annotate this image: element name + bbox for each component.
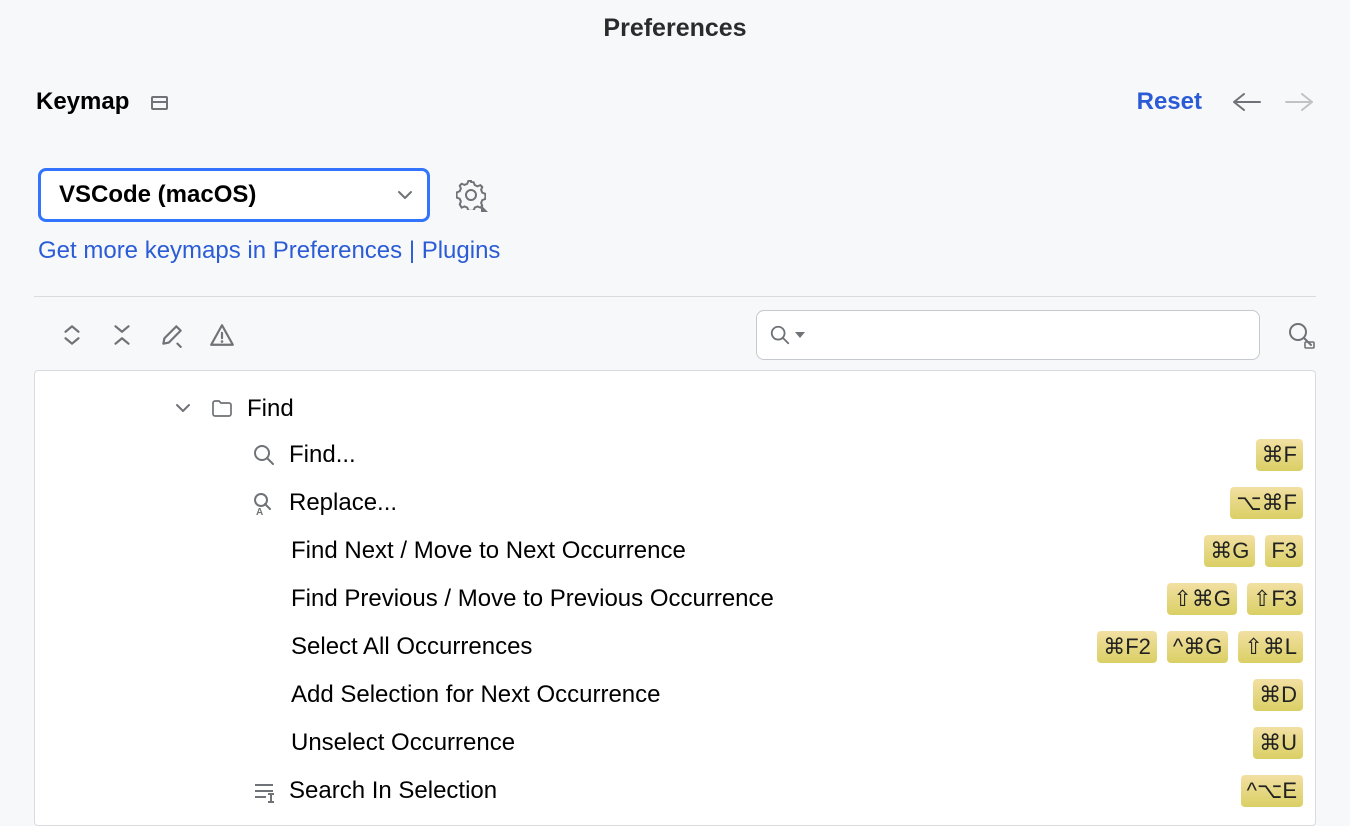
- tree-item-label: Unselect Occurrence: [291, 729, 515, 757]
- tree-item-replace[interactable]: A Replace... ⌥⌘F: [35, 479, 1315, 527]
- window-title: Preferences: [0, 14, 1350, 43]
- edit-shortcut-button[interactable]: [158, 321, 186, 349]
- shortcut-badge: ⌘G: [1204, 535, 1255, 567]
- keymap-dropdown-value: VSCode (macOS): [59, 181, 256, 209]
- section-title: Keymap: [36, 88, 129, 116]
- shortcut-badge: ^⌘G: [1167, 631, 1228, 663]
- tree-item-search-in-selection[interactable]: Search In Selection ^⌥E: [35, 767, 1315, 815]
- expand-all-button[interactable]: [58, 321, 86, 349]
- chevron-down-icon: [175, 400, 191, 418]
- folder-icon: [209, 396, 235, 422]
- tree-group-find[interactable]: Find: [35, 371, 1315, 431]
- shortcut-list: ⌘F: [1256, 439, 1303, 471]
- tree-item-label: Find Previous / Move to Previous Occurre…: [291, 585, 774, 613]
- tree-item-label: Find Next / Move to Next Occurrence: [291, 537, 686, 565]
- keymap-dropdown[interactable]: VSCode (macOS): [38, 168, 430, 222]
- search-icon: [251, 442, 277, 468]
- search-icon: [769, 324, 791, 346]
- svg-text:A: A: [256, 507, 263, 515]
- tree-item-find-previous[interactable]: Find Previous / Move to Previous Occurre…: [35, 575, 1315, 623]
- shortcut-badge: ⇧⌘L: [1238, 631, 1303, 663]
- tree-item-unselect-occurrence[interactable]: Unselect Occurrence ⌘U: [35, 719, 1315, 767]
- shortcut-badge: F3: [1265, 535, 1303, 567]
- shortcut-badge: ⌘U: [1253, 727, 1303, 759]
- shortcut-badge: ⇧F3: [1247, 583, 1303, 615]
- tree-item-add-selection-next[interactable]: Add Selection for Next Occurrence ⌘D: [35, 671, 1315, 719]
- shortcut-list: ⌘U: [1253, 727, 1303, 759]
- reset-button[interactable]: Reset: [1137, 88, 1202, 116]
- shortcut-list: ⌘F2 ^⌘G ⇧⌘L: [1097, 631, 1303, 663]
- shortcut-list: ⌘G F3: [1204, 535, 1303, 567]
- tree-item-find[interactable]: Find... ⌘F: [35, 431, 1315, 479]
- tree-item-label: Select All Occurrences: [291, 633, 532, 661]
- tree-group-label: Find: [247, 395, 294, 423]
- shortcut-list: ⌥⌘F: [1230, 487, 1303, 519]
- gear-icon[interactable]: [456, 180, 486, 210]
- tree-item-label: Find...: [289, 441, 356, 469]
- back-arrow-icon[interactable]: [1232, 92, 1262, 112]
- search-input[interactable]: [805, 323, 1247, 348]
- tree-item-find-next[interactable]: Find Next / Move to Next Occurrence ⌘G F…: [35, 527, 1315, 575]
- find-by-shortcut-button[interactable]: [1286, 320, 1316, 350]
- shortcut-badge: ⌘F: [1256, 439, 1303, 471]
- tree-item-label: Replace...: [289, 489, 397, 517]
- keymap-tree: Find Find... ⌘F A Replace... ⌥⌘F Find Ne: [34, 370, 1316, 826]
- search-options-dropdown-icon[interactable]: [795, 332, 805, 338]
- shortcut-badge: ⌘F2: [1097, 631, 1157, 663]
- more-keymaps-link[interactable]: Get more keymaps in Preferences | Plugin…: [38, 237, 500, 265]
- search-input-container[interactable]: [756, 310, 1260, 360]
- tree-item-label: Search In Selection: [289, 777, 497, 805]
- collapse-all-button[interactable]: [108, 321, 136, 349]
- divider: [34, 296, 1316, 297]
- warning-icon[interactable]: [208, 321, 236, 349]
- shortcut-badge: ⌥⌘F: [1230, 487, 1303, 519]
- shortcut-badge: ⇧⌘G: [1167, 583, 1237, 615]
- forward-arrow-icon[interactable]: [1284, 92, 1314, 112]
- shortcut-list: ^⌥E: [1241, 775, 1303, 807]
- chevron-down-icon: [397, 190, 413, 200]
- shortcut-list: ⌘D: [1253, 679, 1303, 711]
- shortcut-badge: ⌘D: [1253, 679, 1303, 711]
- tree-item-label: Add Selection for Next Occurrence: [291, 681, 661, 709]
- panel-icon: [151, 96, 168, 110]
- shortcut-badge: ^⌥E: [1241, 775, 1303, 807]
- tree-item-select-all-occurrences[interactable]: Select All Occurrences ⌘F2 ^⌘G ⇧⌘L: [35, 623, 1315, 671]
- replace-icon: A: [251, 490, 277, 516]
- shortcut-list: ⇧⌘G ⇧F3: [1167, 583, 1303, 615]
- selection-icon: [251, 778, 277, 804]
